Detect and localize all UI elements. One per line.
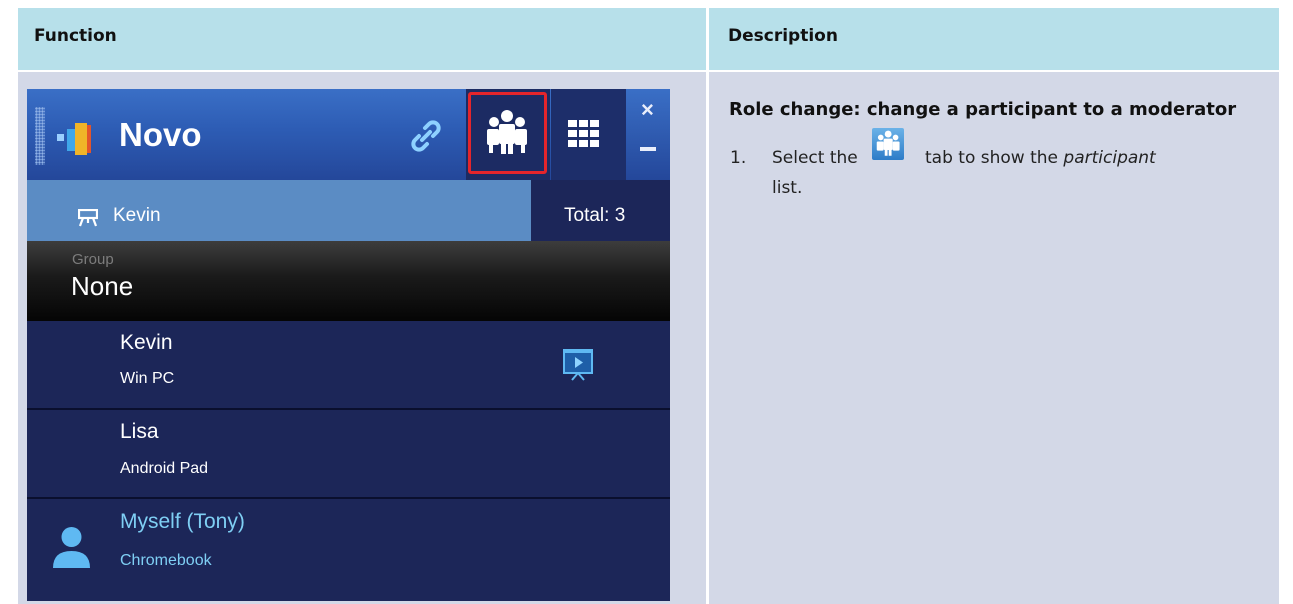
- close-icon[interactable]: ×: [641, 97, 654, 123]
- participants-tab-inline-icon: [872, 128, 904, 160]
- novo-app-panel: Novo × Kevin Total: 3 Group None Kevin W…: [27, 89, 670, 601]
- minimize-icon[interactable]: [640, 147, 656, 151]
- step-text-emphasis: participant: [1063, 148, 1156, 168]
- group-value: None: [71, 271, 134, 301]
- participant-name: Lisa: [120, 420, 159, 443]
- header-function: Function: [18, 8, 706, 70]
- header-description: Description: [709, 8, 1279, 70]
- grid-icon: [568, 120, 599, 147]
- participant-row[interactable]: Lisa Android Pad: [27, 410, 670, 499]
- presenter-icon: [78, 209, 98, 227]
- tab-highlight-box: [468, 92, 547, 174]
- app-title: Novo: [119, 116, 202, 153]
- drag-handle[interactable]: [35, 107, 45, 165]
- participant-device: Chromebook: [120, 552, 212, 569]
- header-function-label: Function: [34, 26, 117, 46]
- participant-row[interactable]: Kevin Win PC: [27, 321, 670, 410]
- participants-icon: [876, 130, 900, 156]
- avatar-icon: [53, 527, 90, 568]
- presenter-bar: [27, 180, 531, 241]
- participant-row-self[interactable]: Myself (Tony) Chromebook: [27, 499, 670, 601]
- present-screen-icon: [563, 349, 593, 381]
- step-text-pre: Select the: [772, 148, 858, 168]
- participant-device: Win PC: [120, 370, 175, 387]
- step-text-post-main: tab to show the: [925, 148, 1058, 168]
- participant-name: Kevin: [120, 331, 173, 354]
- link-icon[interactable]: [409, 119, 443, 153]
- description-heading: Role change: change a participant to a m…: [729, 99, 1237, 120]
- group-label: Group: [72, 251, 114, 268]
- participant-device: Android Pad: [120, 460, 209, 477]
- participant-name: Myself (Tony): [120, 510, 245, 533]
- step-number: 1.: [730, 148, 747, 168]
- presenter-name: Kevin: [113, 205, 161, 226]
- novo-logo-icon: [57, 123, 91, 155]
- step-text-end: list.: [772, 178, 803, 198]
- step-text-post: tab to show the participant: [925, 148, 1156, 168]
- total-count: Total: 3: [564, 205, 626, 226]
- header-description-label: Description: [728, 26, 838, 46]
